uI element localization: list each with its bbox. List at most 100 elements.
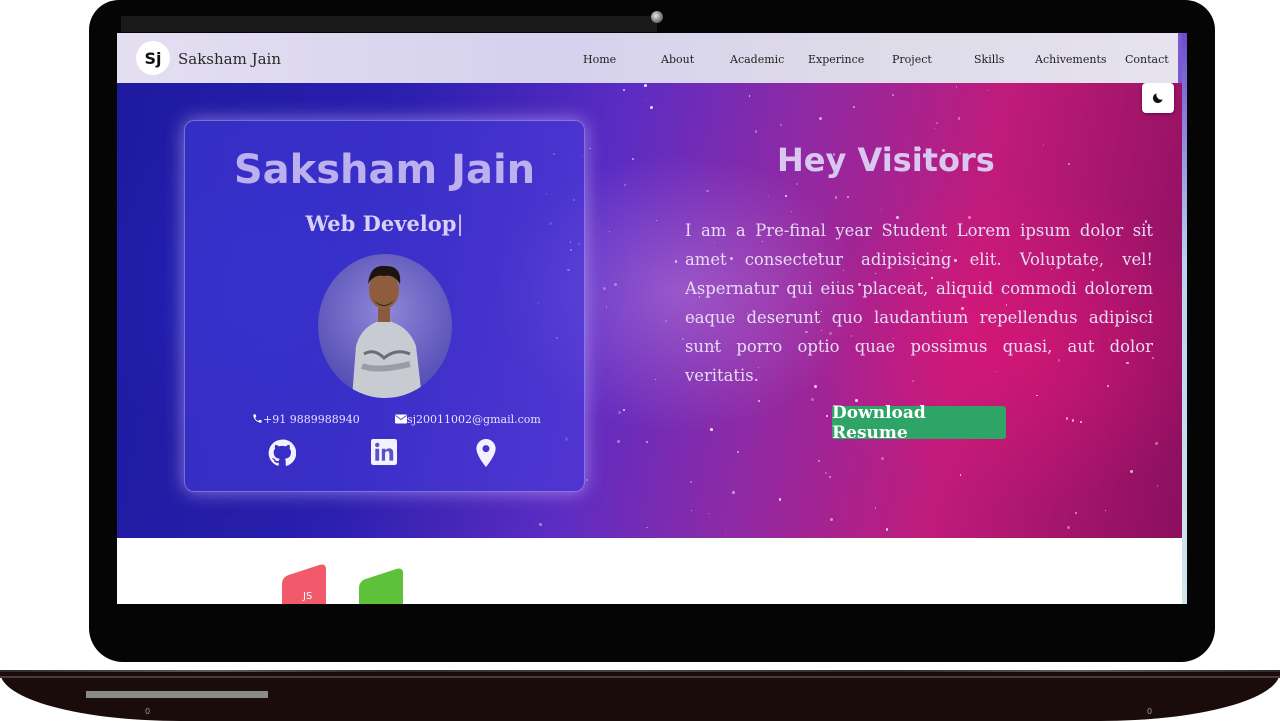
nav-project[interactable]: Project <box>892 53 932 66</box>
sparkle <box>618 410 622 414</box>
sparkle <box>732 491 735 494</box>
sparkle <box>1104 509 1107 512</box>
base-foot-right: 0 <box>1147 707 1153 716</box>
sparkle <box>710 427 713 431</box>
sparkle <box>690 509 693 512</box>
sparkle <box>644 99 647 101</box>
sparkle <box>1071 419 1075 422</box>
sparkle <box>617 439 621 443</box>
nav-contact[interactable]: Contact <box>1125 53 1169 66</box>
navbar: Sj Saksham Jain Home About Academic Expe… <box>117 33 1182 84</box>
skill-tile-js-label: JS <box>303 591 313 602</box>
sparkle <box>622 88 626 92</box>
sparkle <box>780 123 783 126</box>
nav-experience[interactable]: Experince <box>808 53 864 66</box>
sparkle <box>891 93 894 96</box>
sparkle <box>645 441 649 444</box>
sparkle <box>824 471 827 474</box>
sparkle <box>933 127 935 129</box>
camera-icon <box>651 11 663 23</box>
sparkle <box>880 208 883 211</box>
github-icon[interactable] <box>268 439 296 467</box>
nav-academic[interactable]: Academic <box>730 53 784 66</box>
sparkle <box>874 507 877 509</box>
phone-number: +91 9889988940 <box>263 413 360 426</box>
sparkle <box>649 105 653 109</box>
logo[interactable]: Sj <box>136 41 170 75</box>
hero-section: Saksham Jain Web Develop| +91 9889988940… <box>117 83 1182 538</box>
bezel-top <box>121 16 657 32</box>
screen: Sj Saksham Jain Home About Academic Expe… <box>117 33 1182 604</box>
sparkle <box>791 210 793 212</box>
scrollbar[interactable] <box>1182 33 1187 604</box>
profile-photo <box>352 265 422 398</box>
nav-skills[interactable]: Skills <box>974 53 1004 66</box>
sparkle <box>707 513 709 515</box>
hero-paragraph: I am a Pre-final year Student Lorem ipsu… <box>685 221 1153 385</box>
sparkle <box>643 84 647 88</box>
sparkle <box>959 474 962 476</box>
sparkle <box>656 219 658 221</box>
sparkle <box>589 147 591 150</box>
mail-icon <box>395 414 407 424</box>
sparkle <box>748 95 750 97</box>
phone-icon <box>253 414 262 423</box>
sparkle <box>1068 163 1071 166</box>
sparkle <box>778 498 782 501</box>
location-icon[interactable] <box>475 439 497 467</box>
sparkle <box>757 399 761 402</box>
moon-icon <box>1152 93 1163 104</box>
sparkle <box>725 532 727 534</box>
sparkle <box>624 183 627 186</box>
avatar <box>318 254 452 398</box>
sparkle <box>818 116 822 121</box>
download-resume-button[interactable]: Download Resume <box>832 403 1006 443</box>
nav-achievements[interactable]: Achivements <box>1035 53 1107 66</box>
sparkle <box>1156 485 1159 487</box>
sparkle <box>811 398 815 402</box>
nav-about[interactable]: About <box>661 53 694 66</box>
sparkle <box>830 518 834 522</box>
email-address: sj20011002@gmail.com <box>407 413 541 426</box>
sparkle <box>1067 526 1071 529</box>
typed-role: Web Develop <box>305 211 457 236</box>
sparkle <box>1065 417 1068 420</box>
sparkle <box>605 306 608 309</box>
sparkle <box>603 287 606 290</box>
sparkle <box>825 415 828 418</box>
phone-contact[interactable]: +91 9889988940 <box>252 413 360 426</box>
sparkle <box>1079 420 1083 424</box>
nav-home[interactable]: Home <box>583 53 616 66</box>
sparkle <box>689 480 692 483</box>
sparkle <box>853 106 855 109</box>
sparkle <box>646 526 649 529</box>
sparkle <box>1155 442 1159 446</box>
sparkle <box>1036 394 1038 397</box>
sparkle <box>1130 470 1133 473</box>
sparkle <box>665 320 667 323</box>
sparkle <box>622 408 626 412</box>
email-contact[interactable]: sj20011002@gmail.com <box>395 413 541 426</box>
nav-edge <box>1178 33 1182 83</box>
sparkle <box>880 456 884 460</box>
sparkle <box>957 117 960 120</box>
sparkle <box>632 158 634 160</box>
sparkle <box>767 195 770 198</box>
sparkle <box>736 450 739 453</box>
sparkle <box>834 196 838 199</box>
sparkle <box>586 479 588 481</box>
sparkle <box>829 475 832 478</box>
linkedin-icon[interactable] <box>371 439 397 465</box>
profile-card: Saksham Jain Web Develop| +91 9889988940… <box>184 120 585 492</box>
sparkle <box>936 121 939 124</box>
sparkle <box>987 89 990 91</box>
sparkle <box>847 195 850 198</box>
typing-caret: | <box>456 212 464 236</box>
sparkle <box>614 282 618 286</box>
profile-name: Saksham Jain <box>233 147 536 193</box>
base-edge <box>0 676 1280 678</box>
skill-tile-node <box>359 566 403 604</box>
theme-toggle-button[interactable] <box>1142 83 1174 113</box>
base-foot-left: 0 <box>145 707 151 716</box>
brand-name[interactable]: Saksham Jain <box>178 50 281 68</box>
